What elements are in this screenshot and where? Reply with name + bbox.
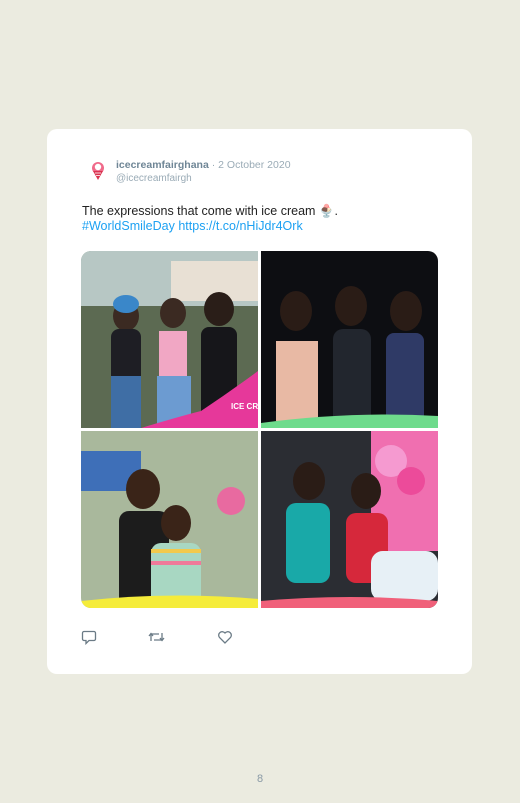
retweet-button[interactable] xyxy=(148,629,166,647)
fair-logo-text: ICE CREAM FAIR xyxy=(231,402,258,411)
like-button[interactable] xyxy=(217,629,235,647)
retweet-icon xyxy=(148,632,165,642)
tweet-text: The expressions that come with ice cream… xyxy=(82,204,442,234)
tweet-body: The expressions that come with ice cream xyxy=(82,204,316,218)
author-handle[interactable]: @icecreamfairgh xyxy=(116,172,291,185)
like-icon xyxy=(218,631,232,644)
hashtag-link[interactable]: #WorldSmileDay xyxy=(82,219,175,233)
url-link[interactable]: https://t.co/nHiJdr4Ork xyxy=(178,219,302,233)
page-number: 8 xyxy=(256,773,264,785)
photo-grid: ICE CREAM FAIR xyxy=(81,251,438,608)
tweet-actions xyxy=(81,629,281,647)
tweet-date[interactable]: 2 October 2020 xyxy=(218,159,290,171)
photo-3[interactable] xyxy=(81,431,258,608)
tweet-period: . xyxy=(334,204,338,218)
reply-button[interactable] xyxy=(81,629,99,647)
separator: · xyxy=(211,159,216,171)
photo-4[interactable] xyxy=(261,431,438,608)
ice-cream-logo-icon xyxy=(92,162,104,180)
reply-icon xyxy=(81,630,97,646)
photo-2[interactable] xyxy=(261,251,438,428)
avatar[interactable] xyxy=(87,160,109,182)
tweet-author: icecreamfairghana · 2 October 2020 @icec… xyxy=(116,159,291,185)
author-name[interactable]: icecreamfairghana xyxy=(116,159,209,171)
photo-1[interactable]: ICE CREAM FAIR xyxy=(81,251,258,428)
tweet-card: icecreamfairghana · 2 October 2020 @icec… xyxy=(47,129,472,674)
ice-cream-emoji-icon: 🍨 xyxy=(318,204,335,218)
